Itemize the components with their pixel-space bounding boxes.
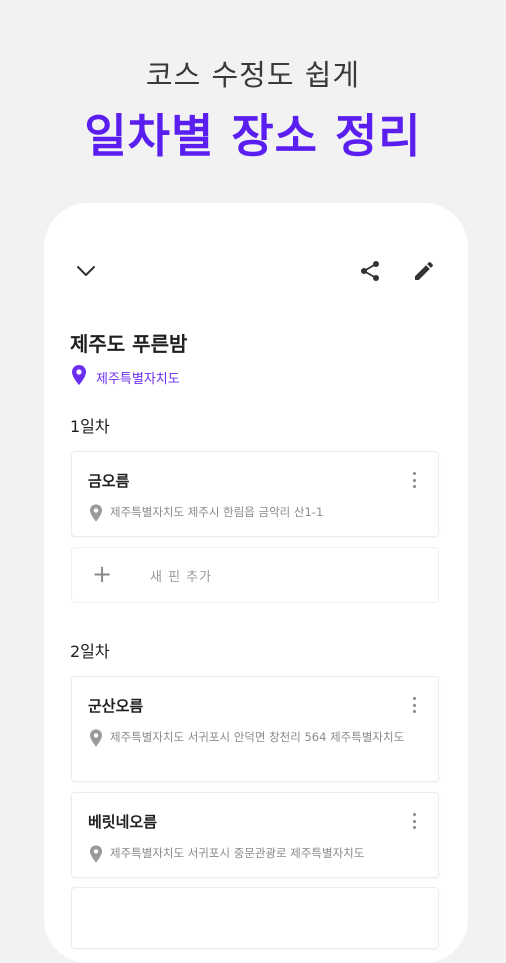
place-card[interactable]: 군산오름 제주특별자치도 서귀포시 안덕면 창천리 564 제주특별자치도 <box>71 676 439 782</box>
place-name: 금오름 <box>88 472 130 490</box>
hero-title: 일차별 장소 정리 <box>84 109 422 163</box>
place-address: 제주특별자치도 제주시 한림읍 금악리 산1-1 <box>90 502 420 526</box>
place-address-text: 제주특별자치도 제주시 한림읍 금악리 산1-1 <box>110 505 324 519</box>
location-pin-icon <box>90 727 102 751</box>
place-card[interactable]: 금오름 제주특별자치도 제주시 한림읍 금악리 산1-1 <box>71 451 439 537</box>
place-card[interactable]: 베릿네오름 제주특별자치도 서귀포시 중문관광로 제주특별자치도 <box>71 792 439 878</box>
chevron-down-icon[interactable] <box>70 255 102 287</box>
region-label: 제주특별자치도 <box>96 371 180 387</box>
share-icon[interactable] <box>354 255 386 287</box>
place-name: 군산오름 <box>88 697 144 715</box>
day-label: 2일차 <box>70 642 110 661</box>
day-label: 1일차 <box>70 417 110 436</box>
location-pin-icon <box>90 843 102 867</box>
pencil-icon[interactable] <box>408 255 440 287</box>
top-app-bar <box>70 255 440 287</box>
location-pin-icon <box>72 365 86 389</box>
course-region: 제주특별자치도 <box>72 365 180 389</box>
plus-icon: + <box>92 560 113 588</box>
phone-screen: 제주도 푸른밤 제주특별자치도 1일차 금오름 제주특별자치도 제주시 한림읍 … <box>44 203 468 963</box>
place-address: 제주특별자치도 서귀포시 중문관광로 제주특별자치도 <box>90 843 420 867</box>
add-pin-label: 새 핀 추가 <box>150 570 213 585</box>
hero-subtitle: 코스 수정도 쉽게 <box>145 58 361 92</box>
more-vertical-icon[interactable] <box>412 697 416 713</box>
more-vertical-icon[interactable] <box>412 472 416 488</box>
more-vertical-icon[interactable] <box>412 813 416 829</box>
place-address-text: 제주특별자치도 서귀포시 안덕면 창천리 564 제주특별자치도 <box>110 730 405 744</box>
place-address-text: 제주특별자치도 서귀포시 중문관광로 제주특별자치도 <box>110 846 365 860</box>
place-name: 베릿네오름 <box>88 813 158 831</box>
add-pin-button[interactable]: + 새 핀 추가 <box>71 547 439 603</box>
place-card[interactable] <box>71 887 439 949</box>
location-pin-icon <box>90 502 102 526</box>
place-address: 제주특별자치도 서귀포시 안덕면 창천리 564 제주특별자치도 <box>90 727 420 751</box>
course-title: 제주도 푸른밤 <box>70 332 188 356</box>
